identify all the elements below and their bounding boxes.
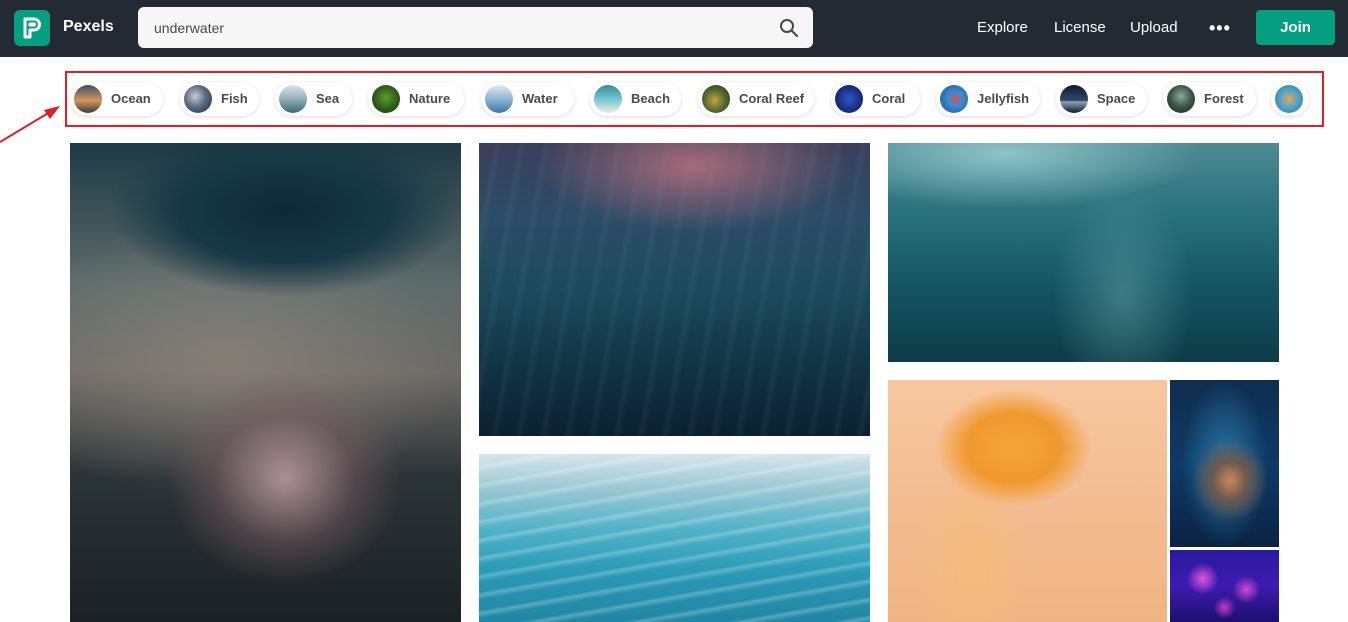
chip-thumbnail: [74, 85, 102, 113]
search-bar: [138, 7, 813, 48]
chip-thumbnail: [1167, 85, 1195, 113]
chip-nature[interactable]: Nature: [368, 82, 464, 116]
chip-thumbnail: [594, 85, 622, 113]
chip-thumbnail: [184, 85, 212, 113]
chip-label: Jellyfish: [977, 91, 1030, 106]
photo-turquoise-surface[interactable]: [479, 454, 870, 622]
search-icon[interactable]: [779, 18, 799, 38]
nav-license[interactable]: License: [1054, 19, 1106, 36]
chip-thumbnail: [1060, 85, 1088, 113]
chip-label: Forest: [1204, 91, 1244, 106]
photo-purple-jellyfish[interactable]: [1170, 550, 1279, 622]
chip-label: Ocean: [111, 91, 151, 106]
chip-fish[interactable]: Fish: [180, 82, 259, 116]
chip-label: Coral Reef: [739, 91, 805, 106]
chip-label: Sea: [316, 91, 340, 106]
photo-underwater-face[interactable]: [70, 143, 461, 622]
chip-water[interactable]: Water: [481, 82, 574, 116]
chip-thumbnail: [372, 85, 400, 113]
chip-thumbnail: [835, 85, 863, 113]
photo-sun-rays[interactable]: [479, 143, 870, 436]
chip-thumbnail: [940, 85, 968, 113]
chip-ocean[interactable]: Ocean: [70, 82, 163, 116]
chip-jellyfish[interactable]: Jellyfish: [936, 82, 1040, 116]
nav-explore[interactable]: Explore: [977, 19, 1028, 36]
chip-thumbnail: [485, 85, 513, 113]
chip-thumbnail: [702, 85, 730, 113]
chip-label: Coral: [872, 91, 906, 106]
more-menu-icon[interactable]: •••: [1209, 18, 1231, 39]
pexels-logo[interactable]: [14, 10, 50, 46]
photo-orange-jellyfish[interactable]: [888, 380, 1167, 622]
photo-blue-jellyfish[interactable]: [1170, 380, 1279, 547]
pexels-logo-icon: [23, 17, 41, 39]
chip-thumbnail: [279, 85, 307, 113]
chip-label: Fish: [221, 91, 248, 106]
chip-beach[interactable]: Beach: [590, 82, 681, 116]
chip-label: Water: [522, 91, 558, 106]
chip-label: Beach: [631, 91, 671, 106]
join-button[interactable]: Join: [1256, 10, 1335, 45]
chip-coral[interactable]: Coral: [831, 82, 920, 116]
chip-thumbnail: [1275, 85, 1303, 113]
chip-sea[interactable]: Sea: [275, 82, 352, 116]
chip-coral-reef[interactable]: Coral Reef: [698, 82, 814, 116]
brand-name[interactable]: Pexels: [63, 18, 114, 36]
annotation-arrow-icon: [0, 106, 60, 143]
search-input[interactable]: [154, 18, 754, 38]
photo-deep-bubbles[interactable]: [888, 143, 1279, 362]
chip-label: Nature: [409, 91, 451, 106]
top-navbar: Pexels Explore License Upload ••• Join: [0, 0, 1348, 57]
chip-forest[interactable]: Forest: [1163, 82, 1256, 116]
nav-upload[interactable]: Upload: [1130, 19, 1178, 36]
chip-space[interactable]: Space: [1056, 82, 1147, 116]
chip-overflow[interactable]: [1271, 82, 1309, 116]
chip-label: Space: [1097, 91, 1136, 106]
